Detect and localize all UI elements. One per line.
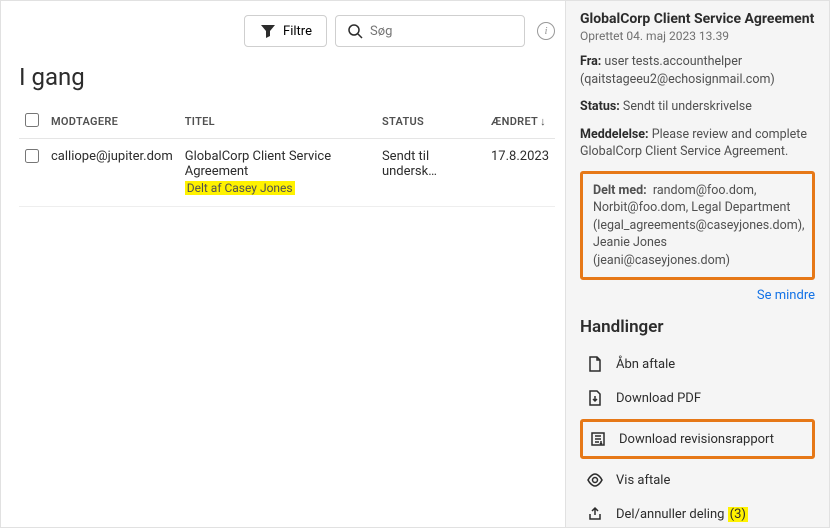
- row-status: Sendt til undersk…: [376, 139, 485, 207]
- filter-button[interactable]: Filtre: [244, 15, 327, 47]
- filter-label: Filtre: [283, 24, 312, 39]
- share-icon: [586, 505, 604, 523]
- search-box[interactable]: [335, 15, 525, 47]
- main-panel: Filtre i I gang MODTAGERE TITEL STATUS Æ…: [1, 1, 565, 527]
- row-checkbox[interactable]: [25, 149, 39, 163]
- col-titel[interactable]: TITEL: [179, 105, 376, 139]
- col-aendret[interactable]: ÆNDRET↓: [485, 105, 555, 139]
- row-modtager: calliope@jupiter.dom: [45, 139, 179, 207]
- action-view-agreement[interactable]: Vis aftale: [580, 463, 815, 497]
- download-pdf-icon: [586, 389, 604, 407]
- row-titel: GlobalCorp Client Service Agreement Delt…: [179, 139, 376, 207]
- col-status[interactable]: STATUS: [376, 105, 485, 139]
- detail-created: Oprettet 04. maj 2023 13.39: [580, 29, 815, 43]
- shared-by-label: Delt af Casey Jones: [185, 181, 295, 195]
- document-icon: [586, 355, 604, 373]
- page-title: I gang: [19, 63, 555, 91]
- detail-from: Fra: user tests.accounthelper (qaitstage…: [580, 53, 815, 88]
- action-open-agreement[interactable]: Åbn aftale: [580, 347, 815, 381]
- eye-icon: [586, 471, 604, 489]
- row-aendret: 17.8.2023: [485, 139, 555, 207]
- shared-with-box: Delt med: random@foo.dom, Norbit@foo.dom…: [580, 171, 815, 281]
- detail-title: GlobalCorp Client Service Agreement: [580, 11, 815, 27]
- col-modtagere[interactable]: MODTAGERE: [45, 105, 179, 139]
- agreements-table: MODTAGERE TITEL STATUS ÆNDRET↓ calliope@…: [19, 105, 555, 207]
- detail-status: Status: Sendt til underskrivelse: [580, 98, 815, 116]
- download-report-icon: [589, 430, 607, 448]
- search-icon: [346, 22, 364, 40]
- sort-desc-icon: ↓: [540, 115, 546, 128]
- share-count-badge: (3): [728, 507, 748, 522]
- info-icon[interactable]: i: [537, 22, 555, 40]
- action-share-cancel-share[interactable]: Del/annuller deling (3): [580, 497, 815, 527]
- select-all-checkbox[interactable]: [25, 113, 39, 127]
- toolbar: Filtre i: [19, 11, 555, 61]
- search-input[interactable]: [370, 24, 514, 39]
- action-download-audit-report[interactable]: Download revisionsrapport: [580, 419, 815, 459]
- funnel-icon: [259, 22, 277, 40]
- actions-heading: Handlinger: [580, 317, 815, 337]
- action-download-pdf[interactable]: Download PDF: [580, 381, 815, 415]
- table-row[interactable]: calliope@jupiter.dom GlobalCorp Client S…: [19, 139, 555, 207]
- detail-sidebar: GlobalCorp Client Service Agreement Opre…: [565, 1, 829, 527]
- see-less-link[interactable]: Se mindre: [580, 288, 815, 303]
- detail-message: Meddelelse: Please review and complete G…: [580, 126, 815, 161]
